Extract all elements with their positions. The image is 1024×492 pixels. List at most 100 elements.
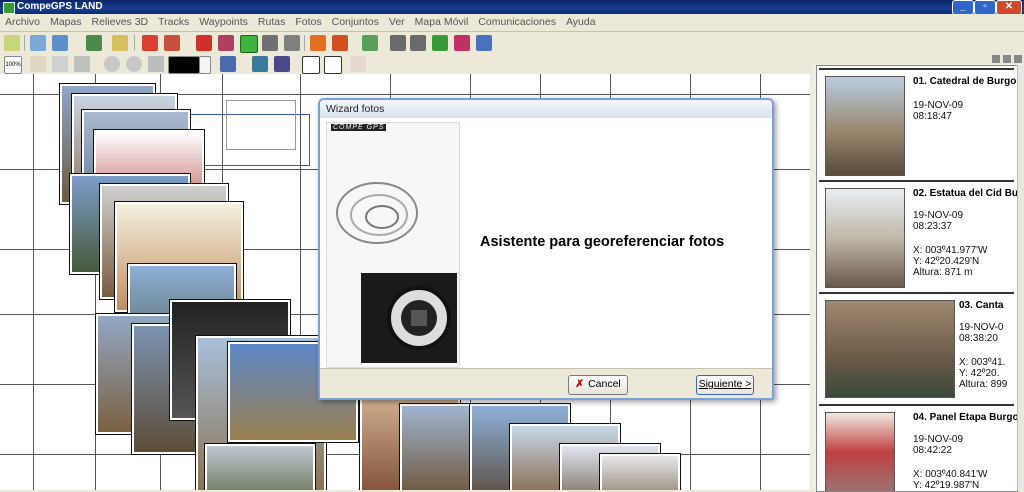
photo-title: 02. Estatua del Cid Bu — [913, 188, 1018, 199]
zoom-area-icon[interactable] — [52, 56, 68, 72]
rotate-icon[interactable] — [148, 56, 164, 72]
hand-track-icon[interactable] — [112, 35, 128, 51]
photo-title: 01. Catedral de Burgo — [913, 76, 1017, 87]
window-title: CompeGPS LAND — [17, 1, 103, 12]
profile-chart-icon[interactable] — [218, 35, 234, 51]
track-tool-icon[interactable] — [196, 35, 212, 51]
menu-ayuda[interactable]: Ayuda — [561, 14, 601, 28]
color-picker[interactable] — [168, 56, 200, 74]
zoom-out-icon[interactable] — [104, 56, 120, 72]
route-tool-icon[interactable] — [86, 35, 102, 51]
pin-group-icon[interactable] — [310, 35, 326, 51]
photo-y-coord: Y: 42º20. — [959, 368, 1000, 379]
photos-panel: 01. Catedral de Burgo 19-NOV-09 08:18:47… — [812, 54, 1024, 492]
zoom-in-icon[interactable] — [126, 56, 142, 72]
panel-scrollbar[interactable] — [1017, 65, 1024, 490]
photo-y-coord: Y: 42º19.987'N — [913, 480, 980, 491]
menu-conjuntos[interactable]: Conjuntos — [327, 14, 384, 28]
toolbar-separator — [304, 35, 305, 51]
track-edit-icon[interactable] — [164, 35, 180, 51]
panel-restore-icon[interactable] — [1003, 55, 1011, 63]
play-icon[interactable] — [262, 35, 278, 51]
photo-altitude: Altura: 899 — [959, 379, 1008, 390]
wizard-heading: Asistente para georeferenciar fotos — [480, 234, 725, 250]
wizard-banner: COMPE GPS — [326, 122, 460, 368]
cancel-button-label: Cancel — [588, 378, 621, 390]
photo-thumbnail — [825, 76, 905, 176]
photo-time: 08:23:37 — [913, 221, 952, 232]
track-record-icon[interactable] — [142, 35, 158, 51]
photo-thumbnail — [825, 412, 895, 491]
photo-time: 08:42:22 — [913, 445, 952, 456]
panel-minimize-icon[interactable] — [992, 55, 1000, 63]
grid-icon[interactable] — [302, 56, 320, 74]
menu-tracks[interactable]: Tracks — [153, 14, 194, 28]
open-waypoint-icon[interactable] — [30, 35, 46, 51]
pin-group-edit-icon[interactable] — [332, 35, 348, 51]
photo-thumbnail — [825, 300, 955, 398]
photo-date: 19-NOV-09 — [913, 434, 964, 445]
photo-thumbnail — [825, 188, 905, 288]
menu-relieves-3d[interactable]: Relieves 3D — [87, 14, 154, 28]
list-item[interactable]: 01. Catedral de Burgo 19-NOV-09 08:18:47 — [819, 68, 1017, 176]
map-view-icon[interactable] — [274, 56, 290, 72]
maximize-button[interactable]: ▫ — [974, 0, 996, 15]
menu-archivo[interactable]: Archivo — [0, 14, 45, 28]
export-excel-icon[interactable] — [432, 35, 448, 51]
photo-date: 19-NOV-09 — [913, 100, 964, 111]
menu-waypoints[interactable]: Waypoints — [194, 14, 253, 28]
track-width-icon[interactable] — [220, 56, 236, 72]
pause-icon[interactable] — [284, 35, 300, 51]
menu-mapa-movil[interactable]: Mapa Móvil — [410, 14, 474, 28]
close-button[interactable]: ✕ — [996, 0, 1022, 15]
toolbar-main — [0, 32, 810, 54]
zoom-fit-icon[interactable] — [74, 56, 90, 72]
dialog-footer: ✗ Cancel Siguiente > — [320, 368, 772, 398]
title-bar: CompeGPS LAND _ ▫ ✕ — [0, 0, 1024, 15]
menu-rutas[interactable]: Rutas — [253, 14, 290, 28]
toolbar-view: 100% — [0, 53, 810, 75]
photo-x-coord: X: 003º41.977'W — [913, 245, 988, 256]
minimize-button[interactable]: _ — [952, 0, 974, 15]
dialog-title-bar: Wizard fotos — [320, 100, 772, 118]
new-file-icon[interactable] — [4, 35, 20, 51]
transfer-icon[interactable] — [454, 35, 470, 51]
map-photo[interactable] — [599, 453, 681, 490]
device-icon[interactable] — [390, 35, 406, 51]
toolbar-separator — [24, 35, 25, 51]
map-frame-icon[interactable] — [252, 56, 268, 72]
relief-3d-icon[interactable] — [362, 35, 378, 51]
camera-illustration — [336, 182, 457, 363]
photo-altitude: Altura: 871 m — [913, 267, 973, 278]
panel-close-icon[interactable] — [1014, 55, 1022, 63]
measure-icon[interactable] — [350, 56, 366, 72]
menu-fotos[interactable]: Fotos — [290, 14, 326, 28]
menu-mapas[interactable]: Mapas — [45, 14, 87, 28]
device-edit-icon[interactable] — [410, 35, 426, 51]
photo-list[interactable]: 01. Catedral de Burgo 19-NOV-09 08:18:47… — [816, 65, 1018, 492]
panel-header — [812, 54, 1024, 64]
map-photo[interactable] — [204, 443, 316, 490]
zoom-100-button[interactable]: 100% — [4, 56, 22, 74]
photo-title: 04. Panel Etapa Burgo — [913, 412, 1018, 423]
photo-title: 03. Canta — [959, 300, 1004, 311]
play-mode-icon[interactable] — [240, 35, 258, 53]
waypoint-tool-icon[interactable] — [52, 35, 68, 51]
menu-ver[interactable]: Ver — [384, 14, 410, 28]
photo-x-coord: X: 003º41. — [959, 357, 1006, 368]
close-icon: ✗ — [575, 378, 585, 390]
toolbar-separator — [134, 35, 135, 51]
chevron-down-icon[interactable] — [199, 56, 211, 74]
next-button[interactable]: Siguiente > — [696, 375, 754, 395]
map-track — [226, 100, 296, 150]
photo-date: 19-NOV-0 — [959, 322, 1004, 333]
cancel-button[interactable]: ✗ Cancel — [568, 375, 628, 395]
list-item[interactable]: 02. Estatua del Cid Bu 19-NOV-09 08:23:3… — [819, 180, 1017, 288]
shop-cart-icon[interactable] — [476, 35, 492, 51]
menu-comunicaciones[interactable]: Comunicaciones — [473, 14, 561, 28]
hand-pan-icon[interactable] — [30, 56, 46, 72]
wizard-dialog: Wizard fotos COMPE GPS Asistente para ge… — [318, 98, 774, 400]
utm-grid-icon[interactable] — [324, 56, 342, 74]
list-item[interactable]: 03. Canta 19-NOV-0 08:38:20 X: 003º41. Y… — [819, 292, 1014, 400]
list-item[interactable]: 04. Panel Etapa Burgo 19-NOV-09 08:42:22… — [819, 404, 1017, 491]
